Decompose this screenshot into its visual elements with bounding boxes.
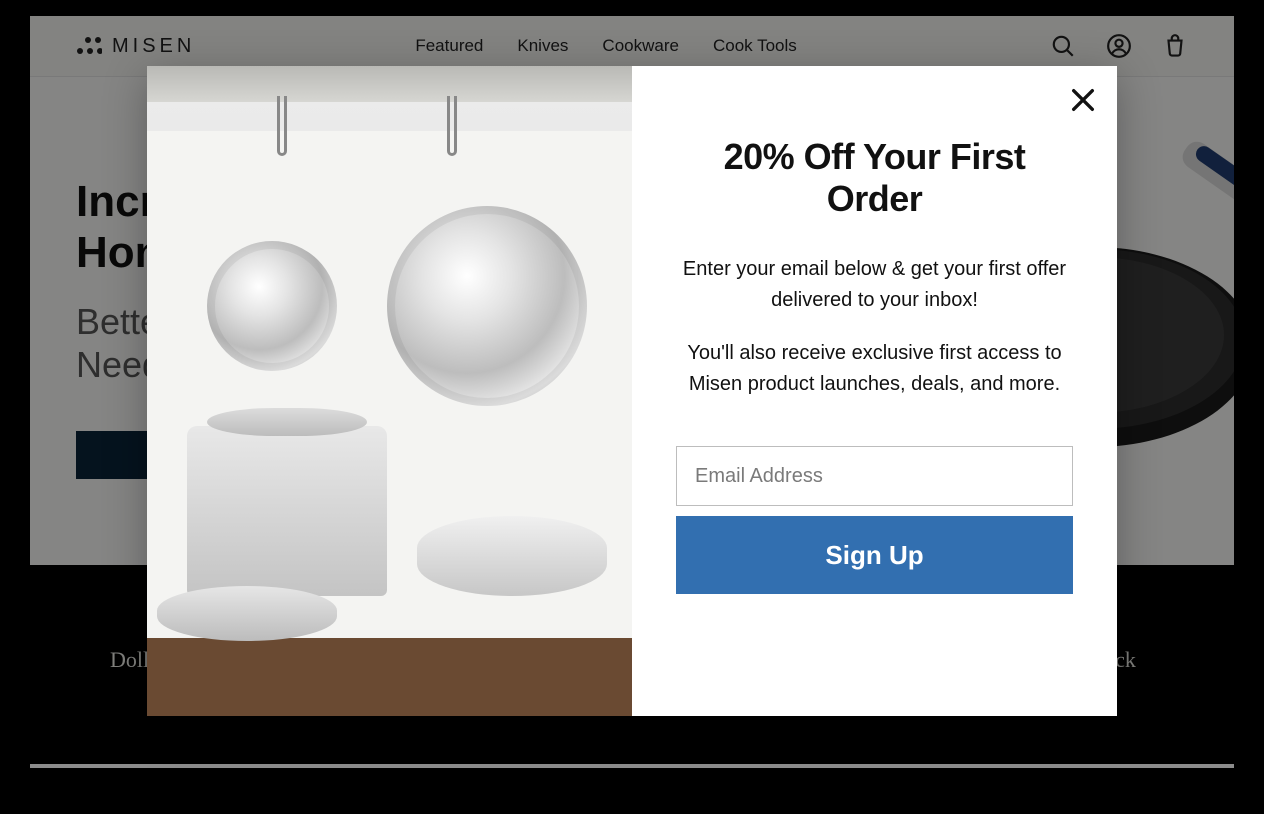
close-icon[interactable] [1067, 84, 1099, 116]
modal-product-image [147, 66, 632, 716]
signup-form: Sign Up [676, 446, 1073, 594]
modal-paragraph-2: You'll also receive exclusive first acce… [676, 338, 1073, 400]
modal-content: 20% Off Your First Order Enter your emai… [632, 66, 1117, 716]
modal-paragraph-1: Enter your email below & get your first … [676, 254, 1073, 316]
email-field[interactable] [676, 446, 1073, 506]
modal-overlay[interactable]: 20% Off Your First Order Enter your emai… [0, 0, 1264, 814]
signup-modal: 20% Off Your First Order Enter your emai… [147, 66, 1117, 716]
modal-title: 20% Off Your First Order [676, 136, 1073, 220]
signup-button[interactable]: Sign Up [676, 516, 1073, 594]
